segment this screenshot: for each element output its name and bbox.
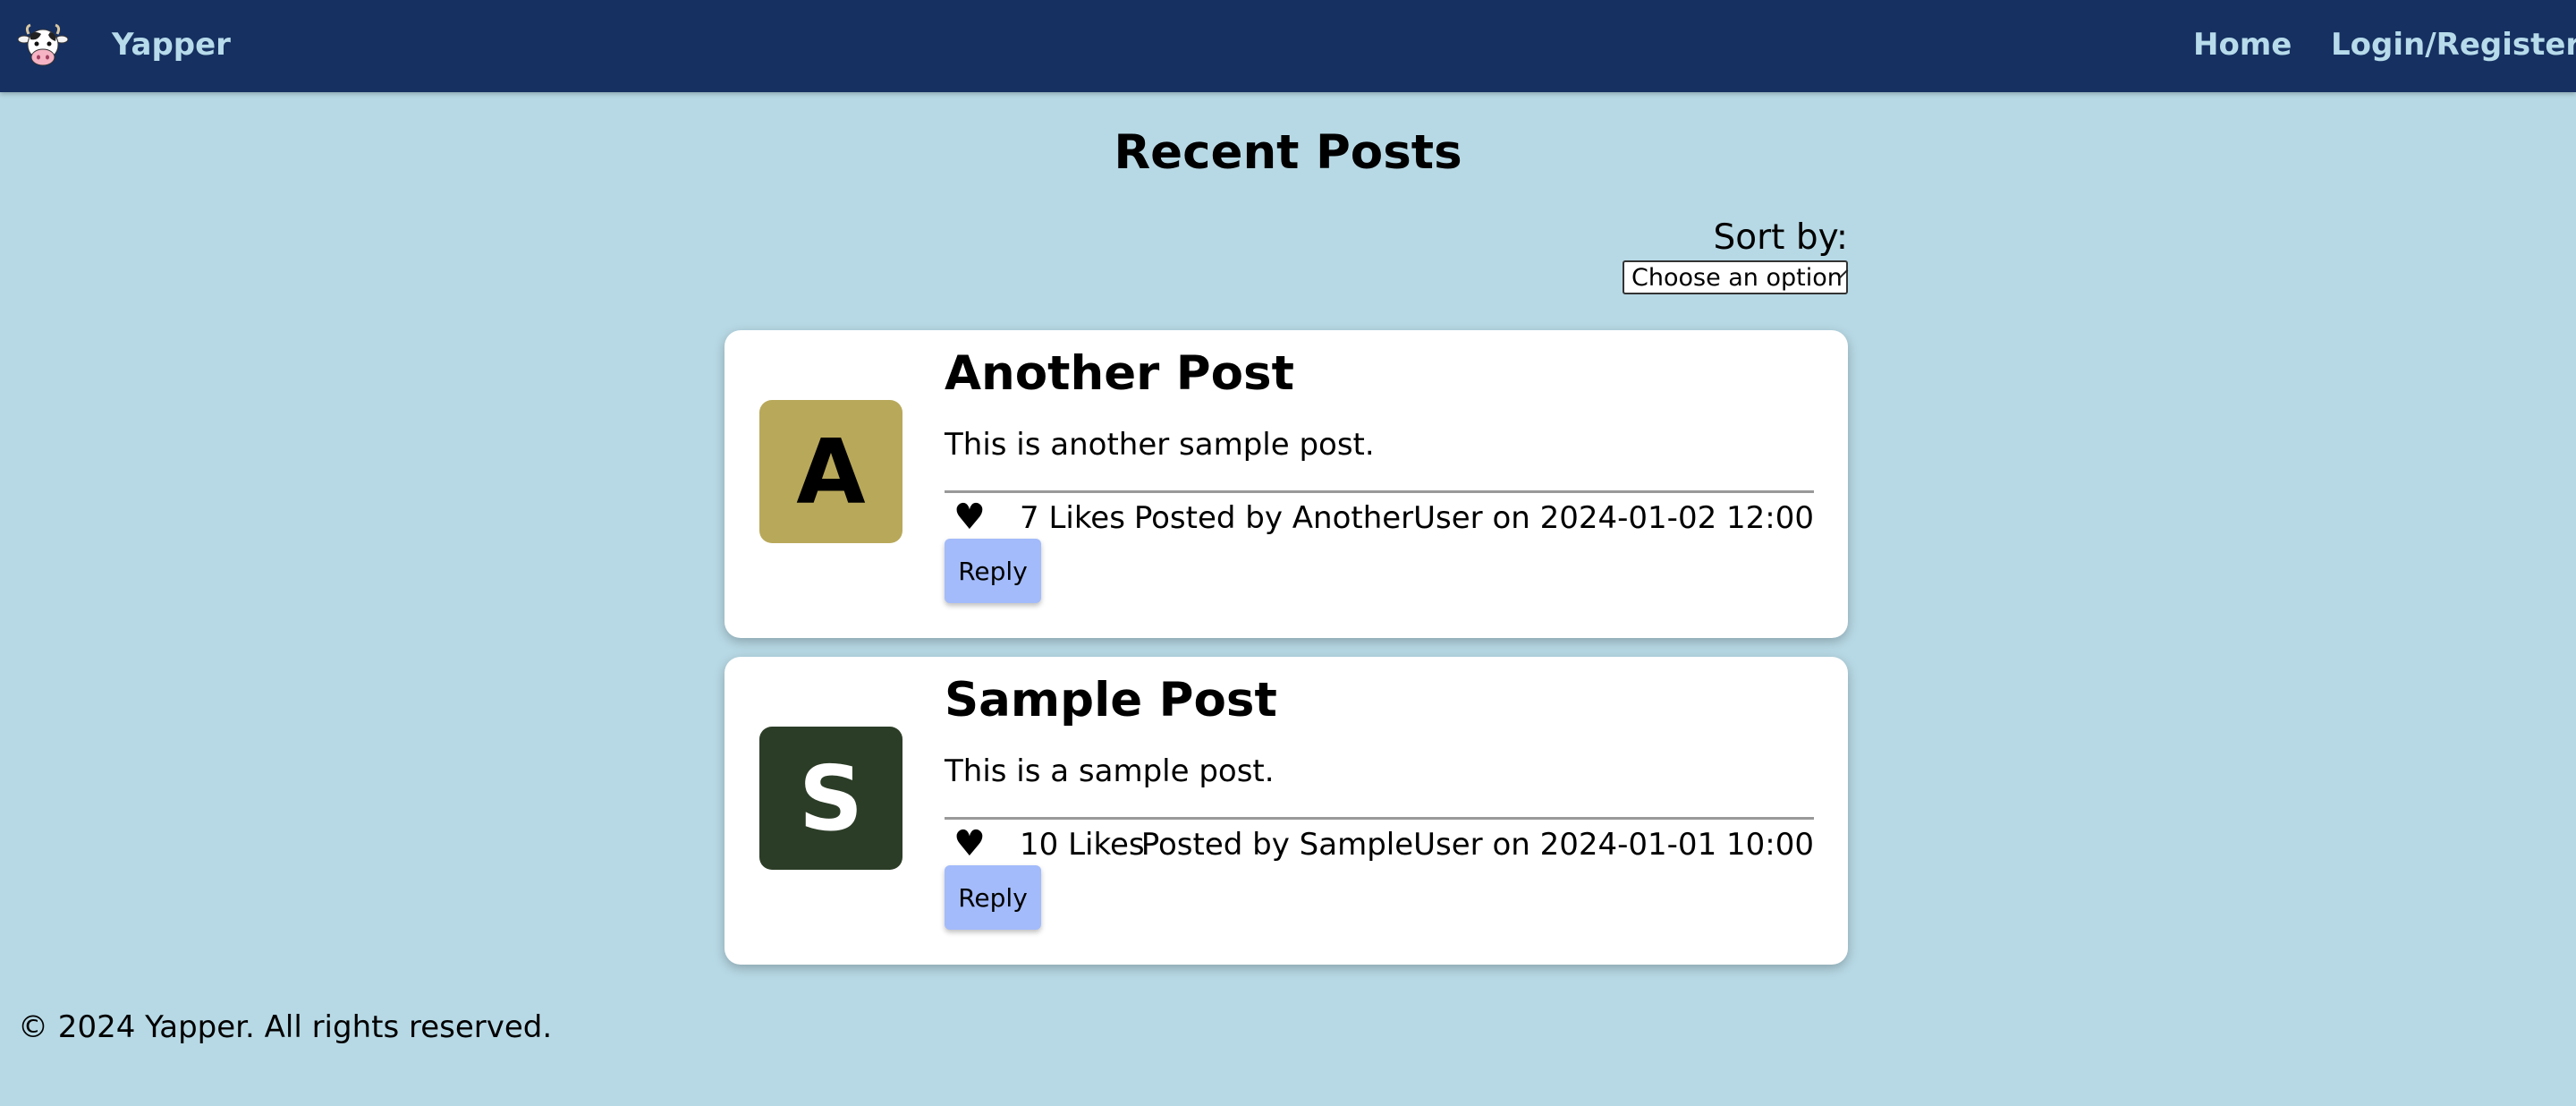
nav-login-register-link[interactable]: Login/Register (2331, 27, 2576, 63)
post-body: This is a sample post. (945, 753, 1275, 789)
avatar: A (759, 400, 902, 543)
post-body: This is another sample post. (945, 427, 1375, 463)
avatar-letter: A (796, 419, 866, 524)
post-card: A Another Post This is another sample po… (724, 330, 1848, 638)
footer-copyright: © 2024 Yapper. All rights reserved. (18, 1009, 553, 1045)
post-divider (945, 490, 1814, 493)
heart-icon[interactable]: ♥ (953, 496, 986, 539)
avatar: S (759, 727, 902, 870)
likes-count: 7 Likes (1020, 500, 1125, 536)
post-title: Another Post (945, 346, 1294, 401)
sort-label: Sort by: (1713, 217, 1848, 258)
reply-button[interactable]: Reply (945, 539, 1041, 603)
navbar: Yapper Home Login/Register (0, 0, 2576, 92)
nav-home-link[interactable]: Home (2193, 27, 2292, 63)
cow-icon[interactable] (18, 21, 68, 72)
post-title: Sample Post (945, 673, 1277, 727)
post-card: S Sample Post This is a sample post. ♥ 1… (724, 657, 1848, 965)
page-title: Recent Posts (1114, 125, 1462, 180)
likes-count: 10 Likes (1020, 827, 1145, 863)
post-meta: Posted by AnotherUser on 2024-01-02 12:0… (1133, 500, 1814, 536)
post-divider (945, 817, 1814, 820)
reply-button[interactable]: Reply (945, 865, 1041, 930)
brand-name-link[interactable]: Yapper (112, 27, 231, 63)
sort-select[interactable]: Choose an option (1623, 260, 1849, 294)
sort-select-value: Choose an option (1631, 263, 1843, 292)
heart-icon[interactable]: ♥ (953, 822, 986, 865)
post-meta: Posted by SampleUser on 2024-01-01 10:00 (1140, 827, 1814, 863)
avatar-letter: S (798, 745, 864, 851)
